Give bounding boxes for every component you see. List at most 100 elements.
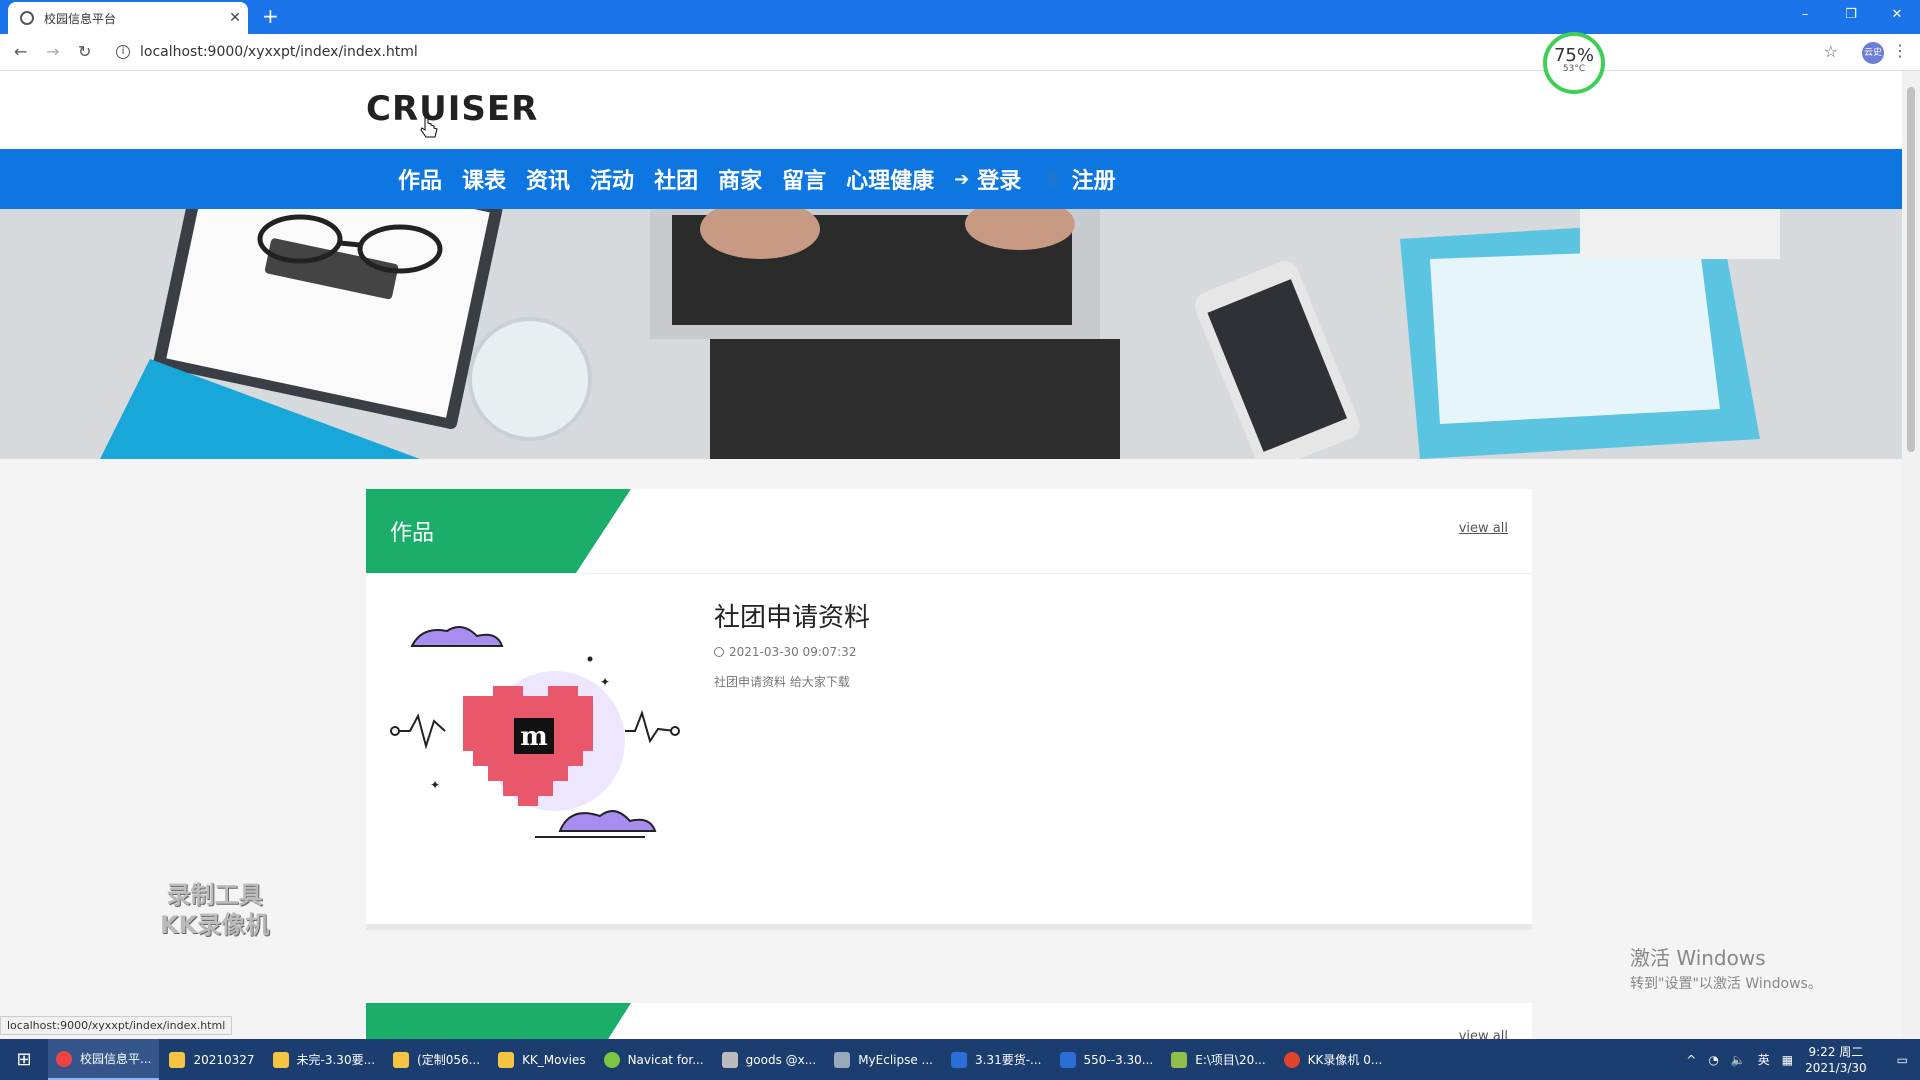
browser-menu-icon[interactable]: ⋮: [1892, 41, 1908, 60]
clock-time: 9:22 周二: [1808, 1044, 1864, 1059]
nav-item-register[interactable]: 👤 注册: [1041, 163, 1115, 195]
volume-icon[interactable]: 🔈: [1731, 1053, 1746, 1067]
page-viewport: CRUISER 作品 课表 资讯 活动 社团 商家 留言 心理健康 ➔ 登录 👤 注…: [0, 71, 1902, 1039]
user-plus-icon: 👤: [1041, 168, 1064, 190]
notification-icon[interactable]: ▭: [1897, 1053, 1908, 1067]
second-section-card: view all: [366, 1003, 1532, 1039]
globe-icon: [20, 11, 34, 25]
taskbar-item-folder[interactable]: 未完-3.30要...: [265, 1039, 384, 1080]
taskbar-item-notepad[interactable]: E:\项目\20...: [1163, 1039, 1273, 1080]
taskbar-item-folder[interactable]: KK_Movies: [490, 1039, 594, 1080]
page-scrollbar[interactable]: [1902, 71, 1920, 1039]
item-date: 2021-03-30 09:07:32: [729, 645, 857, 659]
nav-item-activities[interactable]: 活动: [590, 163, 634, 195]
restore-button[interactable]: ❐: [1828, 0, 1874, 34]
back-arrow-icon[interactable]: ←: [14, 42, 27, 61]
profile-avatar[interactable]: 云史: [1862, 42, 1884, 64]
sign-in-icon: ➔: [954, 168, 970, 190]
close-window-button[interactable]: ✕: [1874, 0, 1920, 34]
navicat-icon: [603, 1051, 620, 1068]
nav-item-works[interactable]: 作品: [398, 163, 442, 195]
site-logo[interactable]: CRUISER: [366, 89, 538, 129]
nav-item-clubs[interactable]: 社团: [654, 163, 698, 195]
nav-item-messages[interactable]: 留言: [782, 163, 826, 195]
scrollbar-thumb[interactable]: [1907, 87, 1915, 452]
tab-close-button[interactable]: ✕: [222, 10, 248, 26]
taskbar-item-navicat[interactable]: Navicat for...: [596, 1039, 712, 1080]
svg-text:✦: ✦: [430, 778, 440, 792]
recorder-icon: [1283, 1051, 1300, 1068]
site-header: CRUISER: [0, 71, 1902, 149]
taskbar-item-folder[interactable]: (定制056...: [385, 1039, 488, 1080]
nav-item-login[interactable]: ➔ 登录: [954, 163, 1021, 195]
section-title: 作品: [390, 521, 435, 546]
watermark-line: 录制工具: [166, 881, 263, 909]
taskbar-clock[interactable]: 9:22 周二 2021/3/30: [1805, 1044, 1867, 1076]
nav-label: 资讯: [526, 169, 571, 194]
nav-item-mental-health[interactable]: 心理健康: [846, 163, 934, 195]
task-label: 550--3.30...: [1083, 1052, 1154, 1067]
task-label: 未完-3.30要...: [296, 1053, 376, 1067]
ime-grid-icon[interactable]: ▦: [1782, 1053, 1793, 1067]
view-all-link[interactable]: view all: [1459, 1029, 1508, 1039]
nav-item-schedule[interactable]: 课表: [462, 163, 506, 195]
activate-subtitle: 转到"设置"以激活 Windows。: [1630, 976, 1822, 992]
document-icon: [1059, 1051, 1076, 1068]
works-section-card: 作品 view all m ✦ ✦ 社团申请资料 2021-03-30 09:0…: [366, 489, 1532, 930]
view-all-link[interactable]: view all: [1459, 521, 1508, 536]
hero-desk-image: [0, 209, 1902, 459]
taskbar-item-document[interactable]: 550--3.30...: [1052, 1039, 1162, 1080]
taskbar-item-kk-recorder[interactable]: KK录像机 0...: [1276, 1039, 1391, 1080]
task-label: (定制056...: [417, 1053, 481, 1067]
task-label: MyEclipse ...: [858, 1052, 933, 1067]
myeclipse-icon: [834, 1051, 851, 1068]
browser-tab[interactable]: 校园信息平台 ✕: [8, 2, 248, 34]
folder-icon: [498, 1051, 515, 1068]
network-icon[interactable]: ◔: [1708, 1053, 1718, 1067]
document-icon: [951, 1051, 967, 1068]
recorder-watermark: 录制工具 KK录像机: [160, 880, 269, 940]
url-text: localhost:9000/xyxxpt/index/index.html: [140, 44, 418, 60]
item-title[interactable]: 社团申请资料: [714, 597, 870, 634]
taskbar-item-chrome[interactable]: 校园信息平...: [48, 1039, 160, 1080]
info-icon[interactable]: i: [116, 45, 130, 59]
tray-chevron-icon[interactable]: ^: [1686, 1053, 1696, 1067]
bookmark-star-icon[interactable]: ☆: [1824, 42, 1838, 61]
hero-banner: [0, 209, 1902, 459]
section-title-banner: [366, 1003, 631, 1039]
item-thumbnail[interactable]: m ✦ ✦: [390, 601, 680, 851]
nav-label: 活动: [590, 169, 635, 194]
taskbar-item-document[interactable]: 3.31要货-...: [943, 1039, 1050, 1080]
browser-toolbar: ← → ↻ i localhost:9000/xyxxpt/index/inde…: [0, 34, 1920, 71]
taskbar-item-goods[interactable]: goods @x...: [714, 1039, 825, 1080]
new-tab-button[interactable]: +: [262, 6, 279, 26]
nav-label: 商家: [718, 169, 763, 194]
browser-tab-bar: 校园信息平台 ✕ + – ❐ ✕: [0, 0, 1920, 34]
folder-icon: [169, 1051, 186, 1068]
nav-label: 留言: [782, 169, 827, 194]
task-label: E:\项目\20...: [1195, 1053, 1266, 1067]
nav-label: 登录: [977, 169, 1022, 194]
task-label: KK_Movies: [522, 1052, 586, 1067]
task-label: 20210327: [193, 1052, 255, 1067]
nav-item-news[interactable]: 资讯: [526, 163, 570, 195]
activate-windows-notice: 激活 Windows 转到"设置"以激活 Windows。: [1630, 942, 1822, 993]
notepad-icon: [1171, 1051, 1188, 1068]
reload-icon[interactable]: ↻: [78, 42, 91, 61]
nav-item-merchants[interactable]: 商家: [718, 163, 762, 195]
heart-logo-letter: m: [520, 722, 548, 752]
input-language[interactable]: 英: [1758, 1051, 1770, 1068]
forward-arrow-icon[interactable]: →: [46, 42, 59, 61]
taskbar-item-folder[interactable]: 20210327: [161, 1039, 262, 1080]
windows-start-icon[interactable]: ⊞: [0, 1049, 48, 1070]
performance-widget[interactable]: 75% 53°C: [1543, 32, 1605, 94]
task-label: KK录像机 0...: [1307, 1053, 1383, 1067]
window-controls: – ❐ ✕: [1782, 0, 1920, 34]
taskbar-item-myeclipse[interactable]: MyEclipse ...: [826, 1039, 941, 1080]
svg-text:✦: ✦: [600, 675, 610, 689]
minimize-button[interactable]: –: [1782, 0, 1828, 34]
task-label: goods @x...: [745, 1052, 817, 1067]
perf-percent: 75%: [1553, 45, 1594, 66]
system-tray: ^ ◔ 🔈 英 ▦ 9:22 周二 2021/3/30 ▭: [1686, 1039, 1920, 1080]
windows-taskbar: ⊞ 校园信息平... 20210327 未完-3.30要... (定制056..…: [0, 1039, 1920, 1080]
